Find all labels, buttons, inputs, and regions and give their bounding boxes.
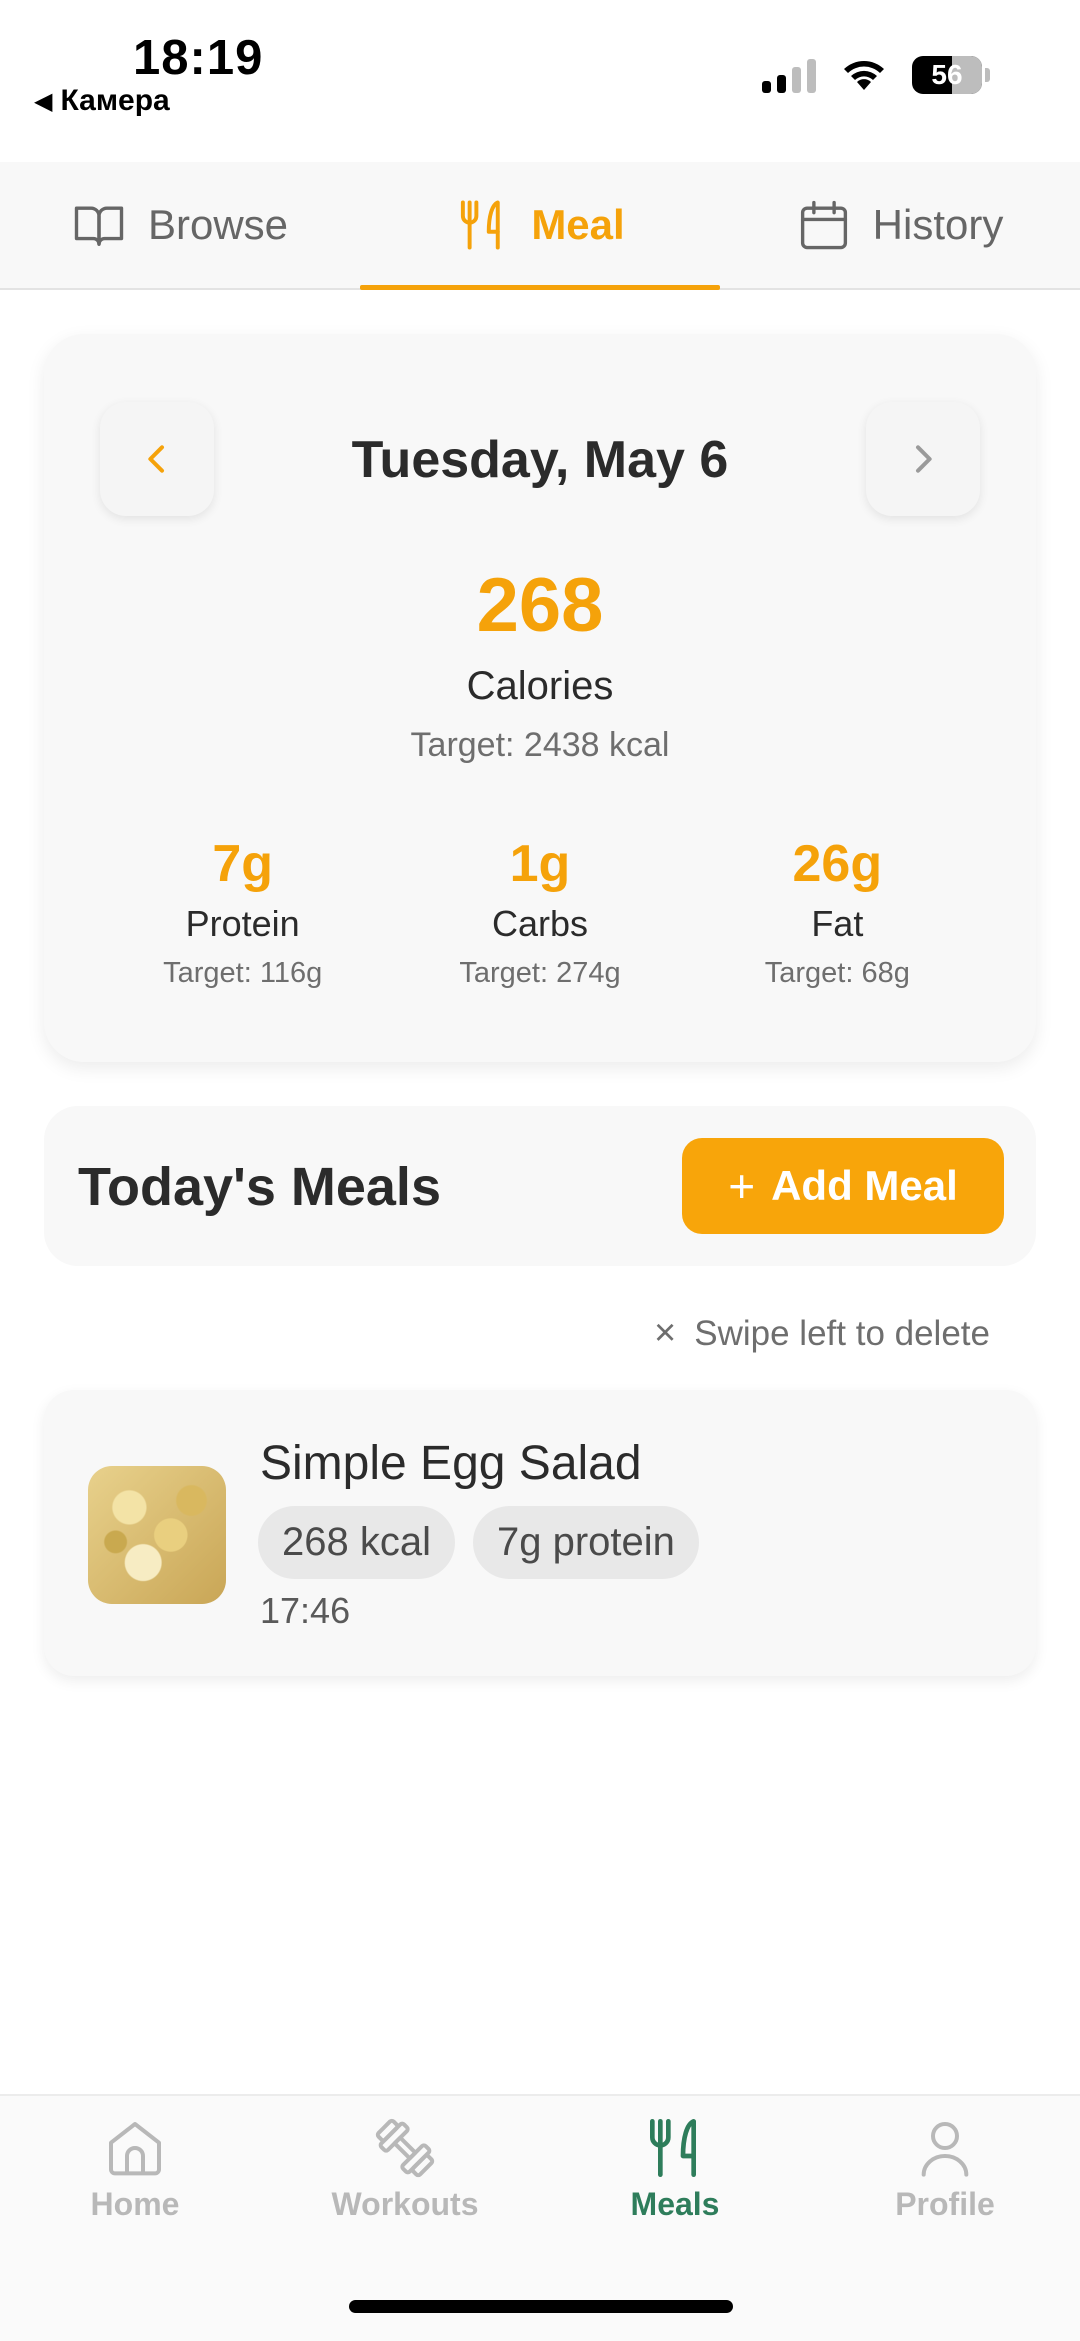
cellular-signal-icon bbox=[762, 57, 816, 93]
kcal-badge: 268 kcal bbox=[258, 1506, 455, 1579]
nav-meals[interactable]: Meals bbox=[540, 2116, 810, 2266]
fork-knife-icon bbox=[461, 200, 501, 250]
todays-meals-header: Today's Meals + Add Meal bbox=[44, 1106, 1036, 1266]
plus-icon: + bbox=[728, 1160, 756, 1212]
home-icon bbox=[109, 2122, 161, 2176]
profile-icon bbox=[921, 2122, 969, 2177]
swipe-hint: × Swipe left to delete bbox=[654, 1312, 990, 1355]
meal-photo bbox=[88, 1466, 226, 1604]
macro-protein: 7g Protein Target: 116g bbox=[94, 835, 391, 990]
macro-target: Target: 116g bbox=[163, 957, 323, 990]
macro-target: Target: 68g bbox=[764, 957, 910, 990]
status-bar: 18:19 ◀ Камера 56 bbox=[0, 0, 1080, 160]
tab-history-label: History bbox=[872, 201, 1004, 248]
macro-carbs: 1g Carbs Target: 274g bbox=[391, 835, 688, 990]
nav-workouts-label: Workouts bbox=[331, 2186, 479, 2222]
book-icon bbox=[74, 206, 124, 246]
nav-profile[interactable]: Profile bbox=[810, 2116, 1080, 2266]
calories-label: Calories bbox=[466, 664, 614, 708]
macro-value: 26g bbox=[792, 835, 883, 893]
meal-time: 17:46 bbox=[260, 1590, 351, 1631]
calories-target: Target: 2438 kcal bbox=[410, 726, 670, 764]
add-meal-button[interactable]: + Add Meal bbox=[682, 1138, 1004, 1234]
protein-badge: 7g protein bbox=[472, 1506, 699, 1579]
macro-value: 7g bbox=[212, 835, 273, 893]
calendar-icon bbox=[800, 200, 847, 250]
macro-label: Carbs bbox=[491, 903, 588, 945]
wifi-icon bbox=[844, 61, 884, 90]
meal-stats: 268 kcal 7g protein bbox=[258, 1506, 699, 1579]
chevron-right-icon bbox=[916, 445, 932, 473]
battery-icon: 56 bbox=[912, 56, 990, 94]
list-item[interactable]: Simple Egg Salad 268 kcal 7g protein 17:… bbox=[44, 1390, 1036, 1676]
macro-target: Target: 274g bbox=[459, 957, 621, 990]
nav-meals-label: Meals bbox=[630, 2186, 720, 2222]
status-time: 18:19 bbox=[133, 31, 264, 85]
daily-summary-card: Tuesday, May 6 268 Calories Target: 2438… bbox=[44, 334, 1036, 1062]
nav-home[interactable]: Home bbox=[0, 2116, 270, 2266]
tab-browse[interactable]: Browse bbox=[0, 162, 360, 288]
macro-fat: 26g Fat Target: 68g bbox=[689, 835, 986, 990]
tab-browse-label: Browse bbox=[147, 201, 289, 248]
back-triangle-icon: ◀ bbox=[34, 87, 53, 115]
add-meal-label: Add Meal bbox=[771, 1162, 958, 1209]
nav-profile-label: Profile bbox=[895, 2186, 995, 2222]
battery-level: 56 bbox=[931, 59, 963, 90]
calories-value: 268 bbox=[476, 563, 604, 648]
tab-history[interactable]: History bbox=[720, 162, 1080, 288]
status-icons: 56 bbox=[762, 56, 990, 94]
tab-meal[interactable]: Meal bbox=[360, 162, 720, 290]
dumbbell-icon bbox=[375, 2118, 435, 2178]
back-to-app-link[interactable]: ◀ Камера bbox=[34, 84, 170, 118]
close-icon: × bbox=[654, 1312, 677, 1354]
section-title: Today's Meals bbox=[78, 1157, 441, 1217]
fork-knife-icon bbox=[650, 2119, 696, 2177]
nav-workouts[interactable]: Workouts bbox=[270, 2116, 540, 2266]
swipe-hint-text: Swipe left to delete bbox=[694, 1313, 990, 1353]
back-app-label: Камера bbox=[60, 84, 170, 117]
meal-name: Simple Egg Salad bbox=[260, 1437, 642, 1490]
macro-label: Protein bbox=[185, 903, 300, 945]
next-day-button[interactable] bbox=[866, 402, 980, 516]
tab-meal-label: Meal bbox=[531, 201, 625, 248]
bottom-navigation: Home Workouts Meals Profile bbox=[0, 2094, 1080, 2341]
macro-value: 1g bbox=[509, 835, 571, 893]
top-tab-bar: Browse Meal History bbox=[0, 162, 1080, 290]
nav-home-label: Home bbox=[90, 2186, 180, 2222]
macro-label: Fat bbox=[811, 903, 864, 945]
macros-row: 7g Protein Target: 116g 1g Carbs Target:… bbox=[44, 835, 1036, 990]
home-indicator[interactable] bbox=[349, 2300, 733, 2313]
